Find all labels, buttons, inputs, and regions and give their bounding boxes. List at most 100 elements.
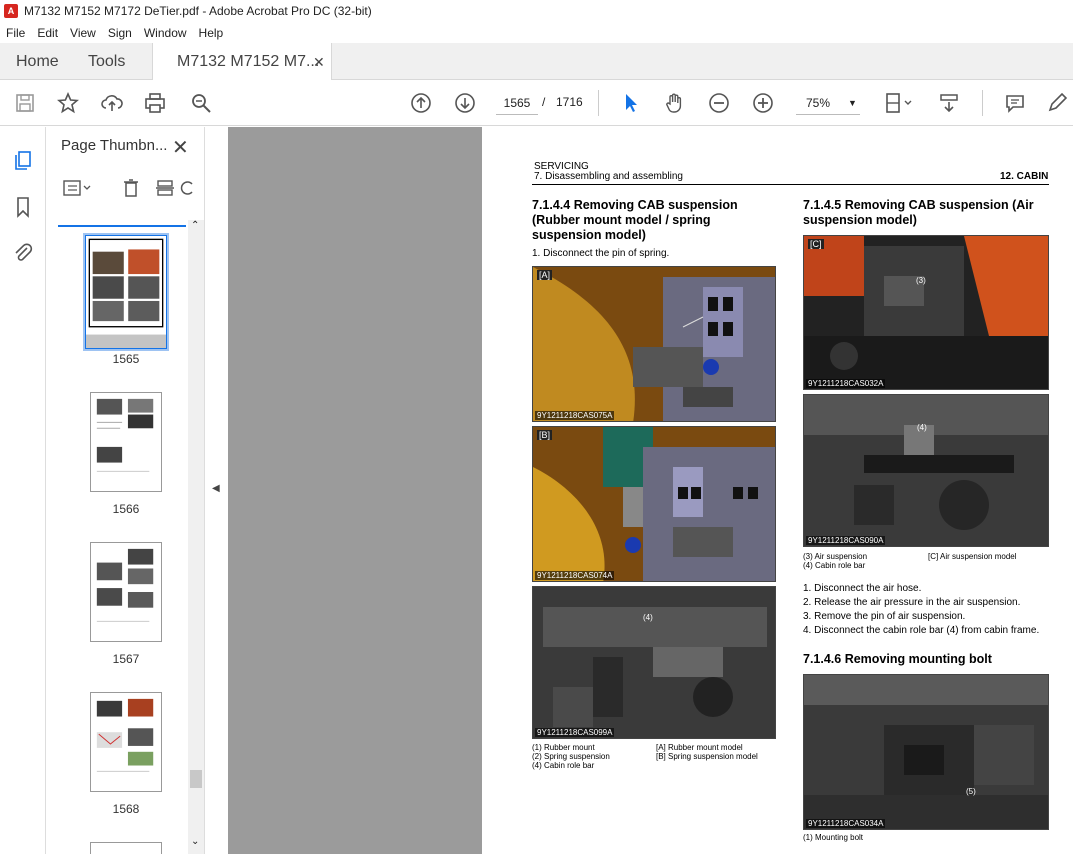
- close-icon[interactable]: ✕: [172, 135, 189, 160]
- toolbar-divider-2: [982, 90, 983, 116]
- acrobat-icon: A: [4, 4, 18, 18]
- section-title-7-1-4-5: 7.1.4.5 Removing CAB suspension (Air sus…: [803, 198, 1034, 227]
- menu-bar: File Edit View Sign Window Help: [0, 22, 1073, 43]
- photo-c1: (4) 9Y1211218CAS099A: [532, 586, 776, 739]
- rotate-page-icon[interactable]: [180, 175, 194, 201]
- upload-cloud-icon[interactable]: [99, 90, 125, 116]
- photo-callout: (4): [643, 613, 653, 622]
- legend-item: (4) Cabin role bar: [532, 761, 595, 770]
- tab-bar: Home Tools M7132 M7152 M7... ✕: [0, 43, 1073, 81]
- legend-right-models: [C] Air suspension model: [928, 552, 1017, 561]
- menu-view[interactable]: View: [64, 26, 102, 40]
- page-number-input[interactable]: 1565: [496, 91, 538, 115]
- zoom-search-icon[interactable]: [188, 90, 214, 116]
- zoom-select[interactable]: 75% ▼: [796, 91, 860, 115]
- legend-left: (1) Rubber mount (2) Spring suspension (…: [532, 743, 610, 770]
- next-page-icon[interactable]: [452, 90, 478, 116]
- legend-item: (2) Spring suspension: [532, 752, 610, 761]
- thumbnail-options-icon[interactable]: [60, 175, 94, 201]
- section-title-7-1-4-6: 7.1.4.6 Removing mounting bolt: [803, 652, 992, 666]
- menu-help[interactable]: Help: [193, 26, 230, 40]
- close-tab-icon[interactable]: ✕: [313, 54, 325, 71]
- photo-code: 9Y1211218CAS074A: [535, 571, 615, 580]
- thumbnail-label: 1568: [112, 802, 140, 816]
- delete-page-icon[interactable]: [118, 175, 144, 201]
- thumbnail-page-1567[interactable]: [90, 542, 162, 642]
- zoom-value: 75%: [806, 95, 831, 110]
- photo-tag: [B]: [537, 430, 553, 440]
- step-text: 1. Disconnect the pin of spring.: [532, 248, 670, 259]
- pdf-page: SERVICING 7. Disassembling and assemblin…: [482, 127, 1073, 854]
- thumbnail-label: 1566: [112, 502, 140, 516]
- thumbnail-page-partial[interactable]: [90, 842, 162, 854]
- tab-document[interactable]: M7132 M7152 M7... ✕: [152, 43, 332, 81]
- toolbar: 1565 / 1716 75% ▼: [0, 80, 1073, 126]
- thumbnail-page-1568[interactable]: [90, 692, 162, 792]
- menu-window[interactable]: Window: [138, 26, 193, 40]
- panel-tools: [56, 175, 196, 201]
- zoom-in-icon[interactable]: [750, 90, 776, 116]
- photo-a: [A] 9Y1211218CAS075A: [532, 266, 776, 422]
- title-bar: A M7132 M7152 M7172 DeTier.pdf - Adobe A…: [0, 0, 1073, 22]
- thumbnail-label: 1567: [112, 652, 140, 666]
- photo-code: 9Y1211218CAS075A: [535, 411, 615, 420]
- menu-edit[interactable]: Edit: [31, 26, 64, 40]
- select-cursor-icon[interactable]: [618, 90, 644, 116]
- photo-tag: [A]: [537, 270, 553, 280]
- page-thumbnails-icon[interactable]: [10, 147, 36, 173]
- scroll-down-icon[interactable]: ⌄: [191, 836, 199, 847]
- comment-icon[interactable]: [1002, 90, 1028, 116]
- panel-title: Page Thumbn...: [61, 137, 168, 154]
- legend-left-models: [A] Rubber mount model [B] Spring suspen…: [656, 743, 758, 761]
- left-rail: [0, 127, 46, 854]
- scroll-thumb[interactable]: [190, 770, 202, 788]
- page-layout-icon[interactable]: [882, 90, 916, 116]
- section-title-7-1-4-4: 7.1.4.4 Removing CAB suspension (Rubber …: [532, 198, 738, 242]
- panel-collapse-bar[interactable]: ◀: [204, 127, 228, 854]
- menu-file[interactable]: File: [0, 26, 31, 40]
- tab-tools[interactable]: Tools: [88, 43, 125, 80]
- photo-tag: [C]: [808, 239, 824, 249]
- legend-item: (4) Cabin role bar: [803, 561, 866, 570]
- step-item: 1. Disconnect the air hose.: [803, 583, 922, 594]
- header-rule: [532, 184, 1049, 185]
- attachments-icon[interactable]: [10, 240, 36, 266]
- thumbnail-scrollbar[interactable]: ⌃ ⌄: [188, 220, 204, 854]
- total-pages: 1716: [556, 95, 583, 109]
- extract-pages-icon[interactable]: [152, 175, 178, 201]
- thumbnail-page-1566[interactable]: [90, 392, 162, 492]
- photo-callout: (5): [966, 787, 976, 796]
- scroll-mode-icon[interactable]: [936, 90, 962, 116]
- header-subsection: 7. Disassembling and assembling: [534, 171, 683, 182]
- step-item: 2. Release the air pressure in the air s…: [803, 597, 1021, 608]
- print-icon[interactable]: [142, 90, 168, 116]
- highlight-pen-icon[interactable]: [1044, 90, 1070, 116]
- legend-item: (3) Air suspension: [803, 552, 868, 561]
- legend-item: [C] Air suspension model: [928, 552, 1017, 561]
- photo-b: [B] 9Y1211218CAS074A: [532, 426, 776, 582]
- collapse-left-icon[interactable]: ◀: [212, 483, 220, 494]
- legend-bottom: (1) Mounting bolt: [803, 833, 863, 842]
- header-chapter: 12. CABIN: [1000, 171, 1049, 182]
- legend-item: [A] Rubber mount model: [656, 743, 743, 752]
- hand-tool-icon[interactable]: [662, 90, 688, 116]
- photo-code: 9Y1211218CAS034A: [806, 819, 886, 828]
- bookmark-star-icon[interactable]: [55, 90, 81, 116]
- previous-page-icon[interactable]: [408, 90, 434, 116]
- save-icon[interactable]: [12, 90, 38, 116]
- photo-c: [C] (3) 9Y1211218CAS032A: [803, 235, 1049, 390]
- document-view: SERVICING 7. Disassembling and assemblin…: [228, 127, 1073, 854]
- thumbnail-page-1565[interactable]: [83, 233, 169, 351]
- tab-home[interactable]: Home: [16, 43, 59, 80]
- menu-sign[interactable]: Sign: [102, 26, 138, 40]
- scroll-up-icon[interactable]: ⌃: [191, 220, 199, 231]
- bookmarks-icon[interactable]: [10, 194, 36, 220]
- toolbar-divider: [598, 90, 599, 116]
- legend-item: (1) Mounting bolt: [803, 833, 864, 842]
- legend-right: (3) Air suspension (4) Cabin role bar: [803, 552, 867, 570]
- thumbnail-panel: Page Thumbn... ✕ 1565 1566 1567 1568: [46, 127, 204, 854]
- step-item: 4. Disconnect the cabin role bar (4) fro…: [803, 625, 1040, 636]
- photo-code: 9Y1211218CAS090A: [806, 536, 886, 545]
- photo-code: 9Y1211218CAS099A: [535, 728, 615, 737]
- zoom-out-icon[interactable]: [706, 90, 732, 116]
